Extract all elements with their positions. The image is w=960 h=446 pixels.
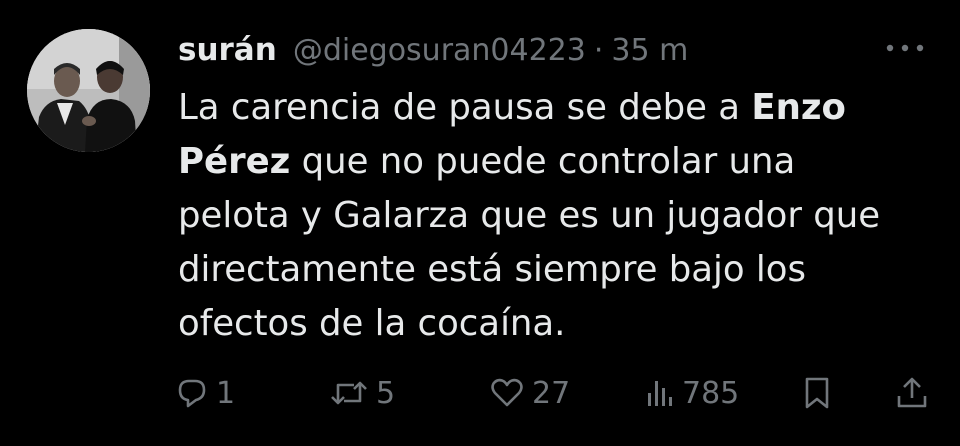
like-count: 27 [532, 375, 571, 411]
like-button[interactable]: 27 [490, 368, 570, 418]
display-name[interactable]: surán [178, 30, 277, 70]
reply-button[interactable]: 1 [176, 368, 235, 418]
share-upload-icon [897, 377, 927, 408]
views-count: 785 [682, 375, 740, 411]
bar-chart-icon [648, 381, 672, 406]
heart-icon [491, 378, 523, 407]
more-options-button[interactable] [880, 33, 930, 63]
more-dots-icon [886, 44, 924, 52]
reply-bubble-icon [178, 379, 206, 408]
tweet-text-part-1: La carencia de pausa se debe a [178, 87, 752, 128]
share-button[interactable] [896, 368, 928, 418]
avatar[interactable] [27, 29, 150, 152]
bookmark-icon [805, 377, 829, 409]
avatar-photo [27, 29, 150, 152]
tweet-text: La carencia de pausa se debe a Enzo Pére… [178, 81, 918, 351]
tweet-header: surán @diegosuran04223 · 35 m [178, 30, 688, 70]
separator-dot: · [593, 33, 604, 68]
tweet-actions: 1 5 27 785 [0, 368, 960, 418]
tweet-card[interactable]: surán @diegosuran04223 · 35 m La carenci… [0, 0, 960, 446]
reply-count: 1 [216, 375, 236, 411]
bookmark-button[interactable] [802, 368, 832, 418]
views-button[interactable]: 785 [646, 368, 739, 418]
retweet-count: 5 [376, 375, 396, 411]
user-handle[interactable]: @diegosuran04223 [293, 31, 586, 71]
retweet-icon [331, 381, 367, 405]
timestamp[interactable]: 35 m [611, 31, 688, 71]
retweet-button[interactable]: 5 [330, 368, 395, 418]
